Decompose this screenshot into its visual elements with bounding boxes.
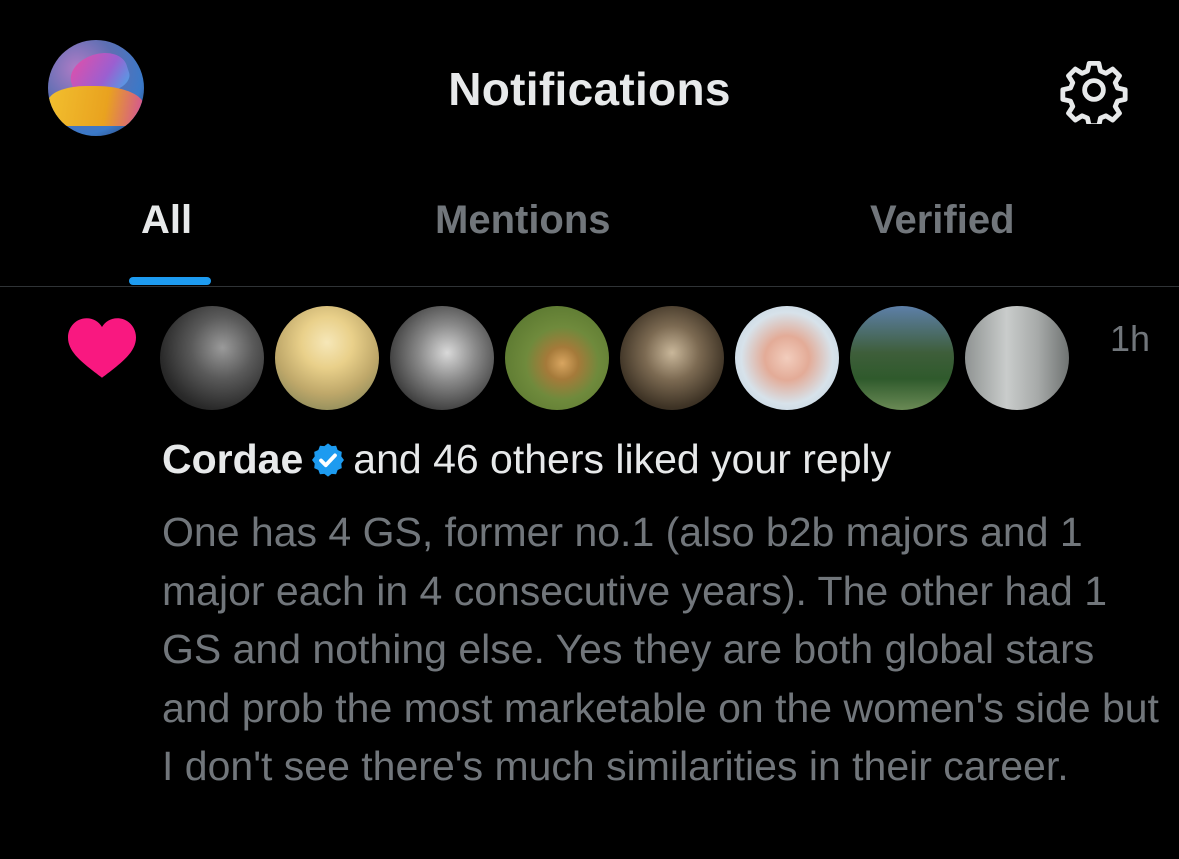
liker-avatar-1[interactable] (160, 306, 264, 410)
liker-avatar-2[interactable] (275, 306, 379, 410)
notification-time: 1h (1110, 318, 1151, 359)
top-bar: Notifications (0, 0, 1179, 180)
notification-tabs: All Mentions Verified (0, 180, 1179, 286)
liker-avatar-5[interactable] (620, 306, 724, 410)
tabs-divider (0, 286, 1179, 287)
settings-button[interactable] (1060, 56, 1128, 129)
liker-avatar-3[interactable] (390, 306, 494, 410)
actor-name[interactable]: Cordae (162, 436, 303, 482)
tab-all[interactable]: All (141, 198, 192, 243)
verified-badge-icon (312, 443, 345, 477)
notification-summary: Cordae and 46 others liked your reply (162, 436, 891, 483)
liker-avatar-6[interactable] (735, 306, 839, 410)
reply-text: One has 4 GS, former no.1 (also b2b majo… (162, 509, 1159, 789)
action-text: and 46 others liked your reply (353, 436, 892, 482)
gear-icon (1060, 60, 1128, 129)
liker-avatar-4[interactable] (505, 306, 609, 410)
active-tab-indicator (129, 277, 211, 285)
heart-icon (68, 318, 136, 378)
page-title: Notifications (448, 63, 731, 115)
notifications-page: Notifications All Mentions Verified 1h C… (0, 0, 1179, 859)
tab-verified[interactable]: Verified (870, 198, 1015, 243)
liker-avatar-7[interactable] (850, 306, 954, 410)
tab-mentions[interactable]: Mentions (435, 198, 611, 243)
liker-avatar-8[interactable] (965, 306, 1069, 410)
